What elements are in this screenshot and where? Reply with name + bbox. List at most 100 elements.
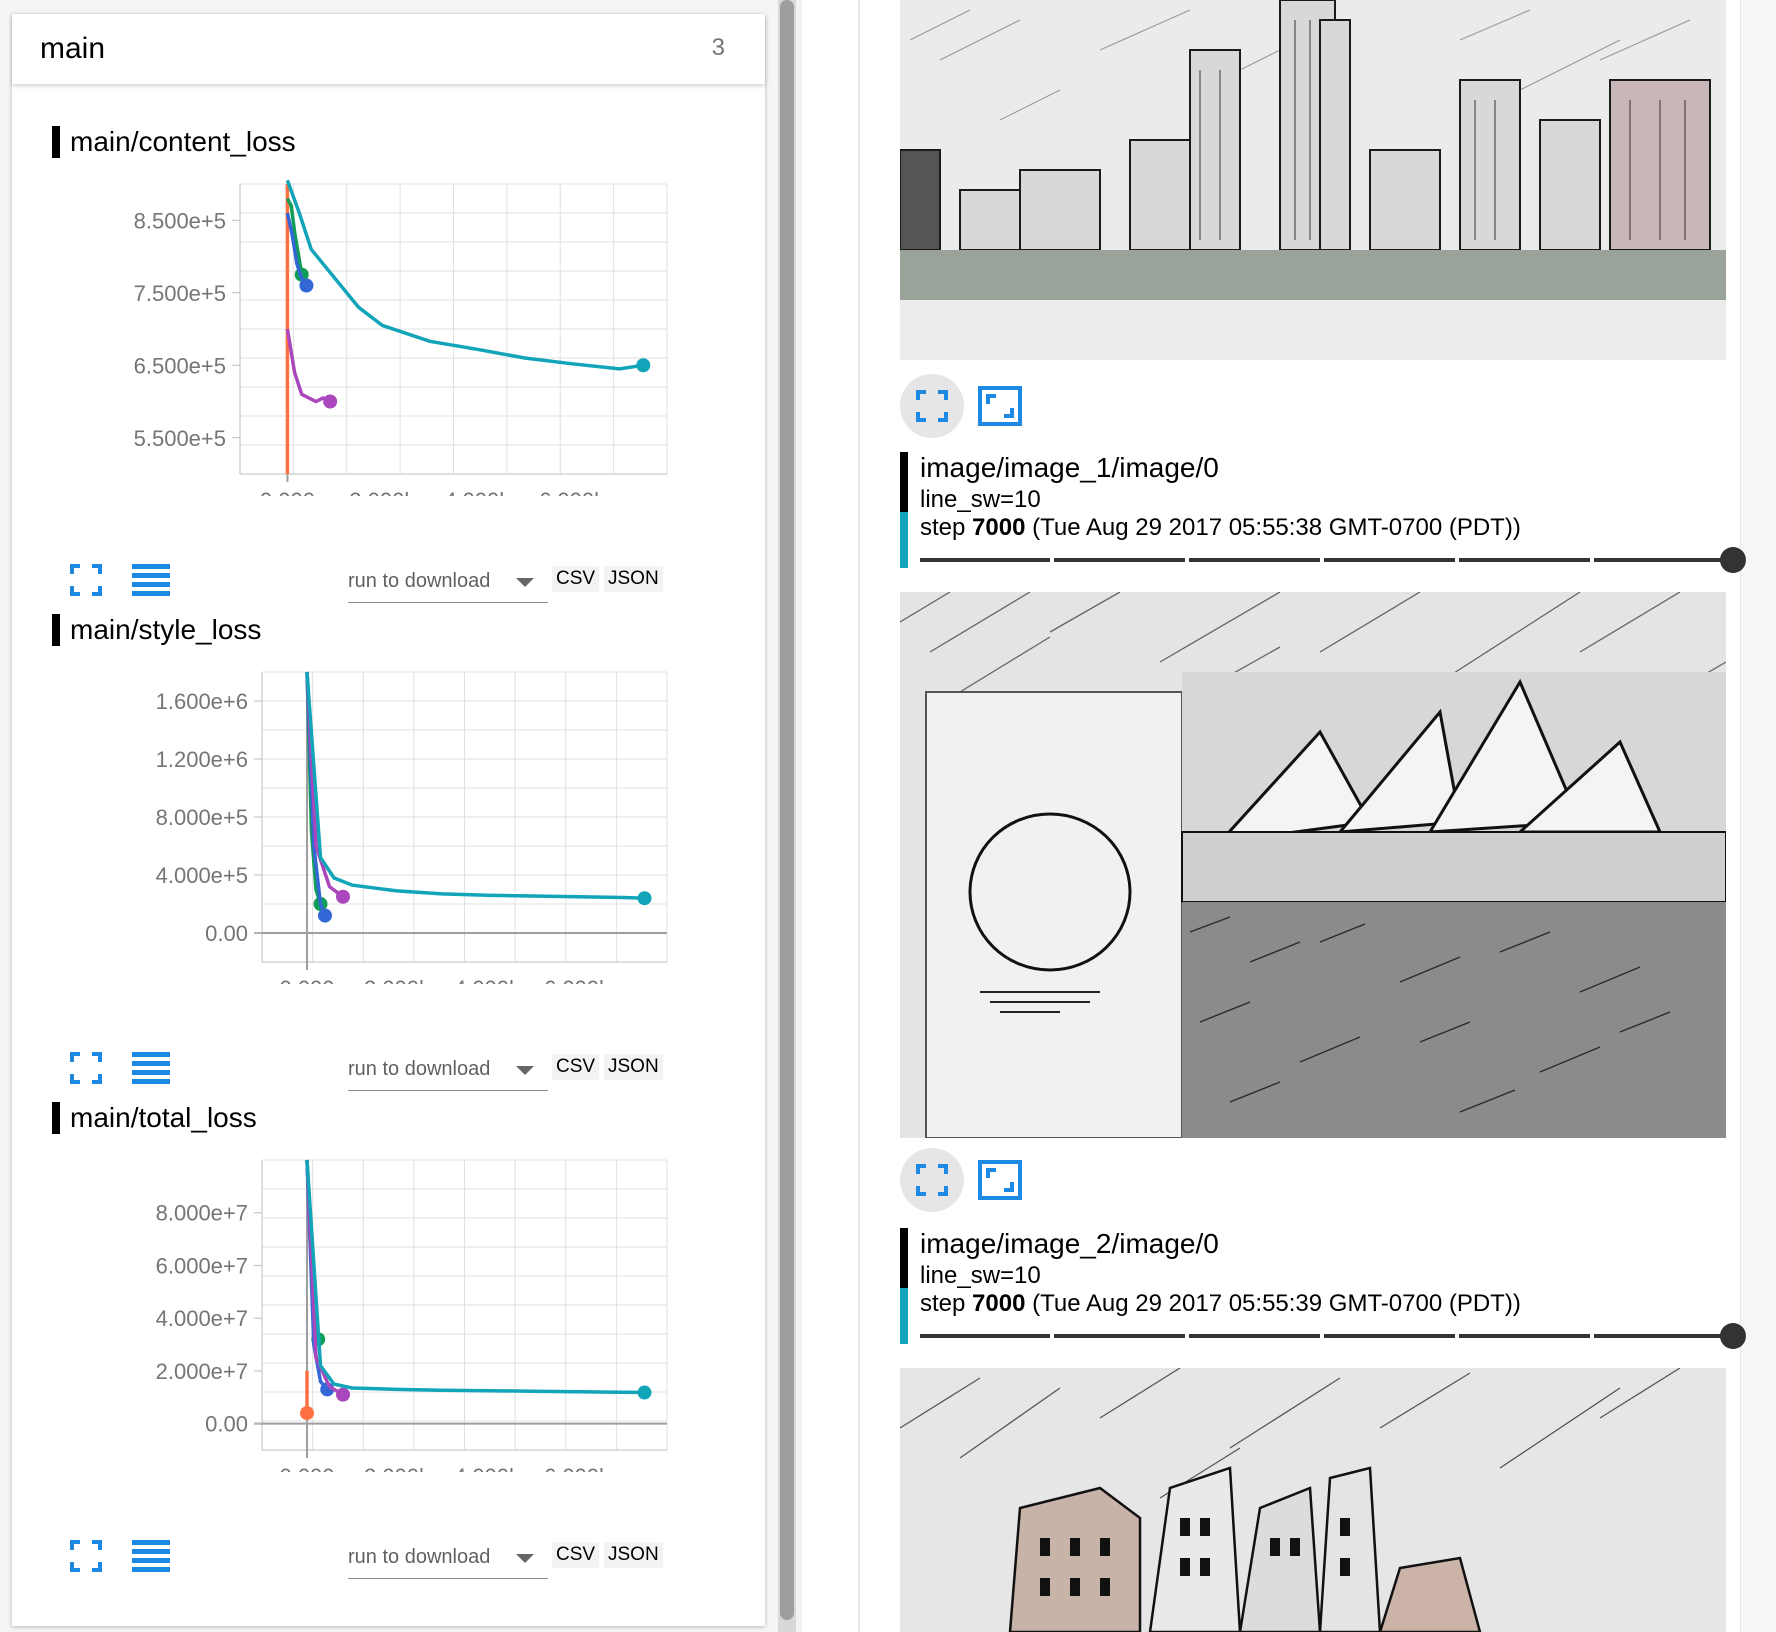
series-line	[285, 179, 644, 371]
run-download-select[interactable]: run to download	[348, 1050, 548, 1091]
csv-button[interactable]: CSV	[552, 1542, 600, 1568]
category-header[interactable]: main 3	[12, 14, 765, 84]
run-download-select[interactable]: run to download	[348, 562, 548, 603]
panel-divider	[796, 0, 802, 1632]
series-line-raw	[285, 179, 644, 371]
y-tick-label: 4.000e+5	[156, 863, 248, 888]
slider-tick	[1050, 558, 1054, 562]
line-chart[interactable]: 1.600e+6 1.200e+6 8.000e+5 4.000e+5 0.00 0.00…	[12, 664, 765, 984]
dropdown-caret-icon	[516, 1554, 534, 1563]
x-tick-label: 6.000k	[539, 488, 606, 496]
step-label: step	[920, 1290, 966, 1317]
dropdown-caret-icon	[516, 1066, 534, 1075]
run-color-bar	[900, 452, 908, 512]
x-tick-label: 2.000k	[364, 1464, 431, 1472]
fit-to-card-icon[interactable]	[978, 386, 1022, 426]
series-end-point	[300, 1406, 314, 1421]
right-gutter	[1740, 0, 1776, 1632]
run-download-placeholder: run to download	[348, 1546, 491, 1568]
list-icon[interactable]	[132, 1540, 170, 1572]
line-chart[interactable]: 8.000e+7 6.000e+7 4.000e+7 2.000e+7 0.00 0.00…	[12, 1152, 765, 1472]
y-tick-label: 8.000e+5	[156, 805, 248, 830]
json-button[interactable]: JSON	[604, 1542, 663, 1568]
series-end-point	[637, 1385, 652, 1400]
csv-button[interactable]: CSV	[552, 566, 600, 592]
run-download-select[interactable]: run to download	[348, 1538, 548, 1579]
image-step-info: step 7000 (Tue Aug 29 2017 05:55:38 GMT-…	[920, 514, 1521, 542]
fullscreen-icon[interactable]	[70, 564, 102, 596]
slider-tick	[1590, 1334, 1594, 1338]
y-tick-label: 4.000e+7	[156, 1306, 248, 1331]
y-tick-label: 7.500e+5	[134, 281, 226, 306]
image-tag-title: image/image_2/image/0	[920, 1228, 1219, 1259]
x-tick-label: 6.000k	[544, 1464, 611, 1472]
y-tick-label: 8.000e+7	[156, 1201, 248, 1226]
slider-tick	[1320, 1334, 1324, 1338]
image-run-name: line_sw=10	[920, 1262, 1041, 1289]
series-end-point	[336, 889, 350, 904]
x-tick-label: 4.000k	[444, 488, 511, 496]
image-label-2: image/image_2/image/0 line_sw=10 step 70…	[900, 1228, 1746, 1349]
dropdown-caret-icon	[516, 578, 534, 587]
y-tick-label: 0.00	[205, 921, 248, 946]
json-button[interactable]: JSON	[604, 566, 663, 592]
step-label: step	[920, 514, 966, 541]
json-button[interactable]: JSON	[604, 1054, 663, 1080]
y-tick-label: 5.500e+5	[134, 426, 226, 451]
list-icon[interactable]	[132, 564, 170, 596]
left-scrollbar-thumb[interactable]	[780, 0, 794, 1620]
csv-button[interactable]: CSV	[552, 1054, 600, 1080]
category-count: 3	[711, 34, 725, 61]
fullscreen-icon	[916, 1164, 948, 1196]
series-end-point	[336, 1387, 350, 1402]
fullscreen-icon	[916, 390, 948, 422]
series-line	[305, 671, 645, 900]
slider-tick	[1590, 558, 1594, 562]
series-end-point	[637, 891, 652, 906]
slider-knob[interactable]	[1720, 1323, 1746, 1349]
stylized-image-city-skyline	[900, 0, 1726, 360]
fit-to-card-icon[interactable]	[978, 1160, 1022, 1200]
slider-knob[interactable]	[1720, 547, 1746, 573]
fullscreen-icon[interactable]	[70, 1052, 102, 1084]
left-scrollbar[interactable]	[778, 0, 796, 1632]
slider-tick	[1185, 1334, 1189, 1338]
series-end-point	[299, 278, 314, 293]
run-color-bar-teal	[900, 1288, 908, 1344]
step-slider[interactable]	[920, 1323, 1746, 1349]
category-title: main	[40, 32, 106, 65]
image-controls	[900, 1148, 1040, 1212]
x-tick-label: 0.000	[260, 488, 315, 496]
x-tick-label: 6.000k	[544, 976, 611, 984]
fullscreen-icon[interactable]	[70, 1540, 102, 1572]
series-end-point	[636, 358, 651, 373]
slider-tick	[1455, 1334, 1459, 1338]
image-run-name: line_sw=10	[920, 486, 1041, 513]
run-color-bar-teal	[900, 512, 908, 568]
slider-tick	[1455, 558, 1459, 562]
fullscreen-button[interactable]	[900, 1148, 964, 1212]
chart-title: main/content_loss	[52, 126, 296, 158]
category-card: main 3 main/content_loss 8.500e+5 7.500e+…	[12, 14, 765, 1626]
x-tick-label: 2.000k	[349, 488, 416, 496]
run-color-bar	[900, 1228, 908, 1288]
y-tick-label: 1.600e+6	[156, 689, 248, 714]
slider-tick	[1185, 558, 1189, 562]
line-chart[interactable]: 8.500e+5 7.500e+5 6.500e+5 5.500e+5 0.000 2.0…	[12, 176, 765, 496]
list-icon[interactable]	[132, 1052, 170, 1084]
stylized-image-buildings	[900, 1368, 1726, 1632]
y-tick-label: 0.00	[205, 1412, 248, 1437]
stylized-image-opera-house	[900, 592, 1726, 1138]
x-tick-label: 4.000k	[454, 976, 521, 984]
panel-divider-line	[858, 0, 860, 1632]
y-tick-label: 6.500e+5	[134, 353, 226, 378]
x-tick-label: 0.000	[279, 1464, 334, 1472]
series-end-point	[318, 908, 332, 923]
chart-title: main/style_loss	[52, 614, 261, 646]
step-value: 7000	[972, 1290, 1026, 1317]
run-download-placeholder: run to download	[348, 570, 491, 592]
step-value: 7000	[972, 514, 1026, 541]
image-label-1: image/image_1/image/0 line_sw=10 step 70…	[900, 452, 1746, 573]
step-slider[interactable]	[920, 547, 1746, 573]
fullscreen-button[interactable]	[900, 374, 964, 438]
